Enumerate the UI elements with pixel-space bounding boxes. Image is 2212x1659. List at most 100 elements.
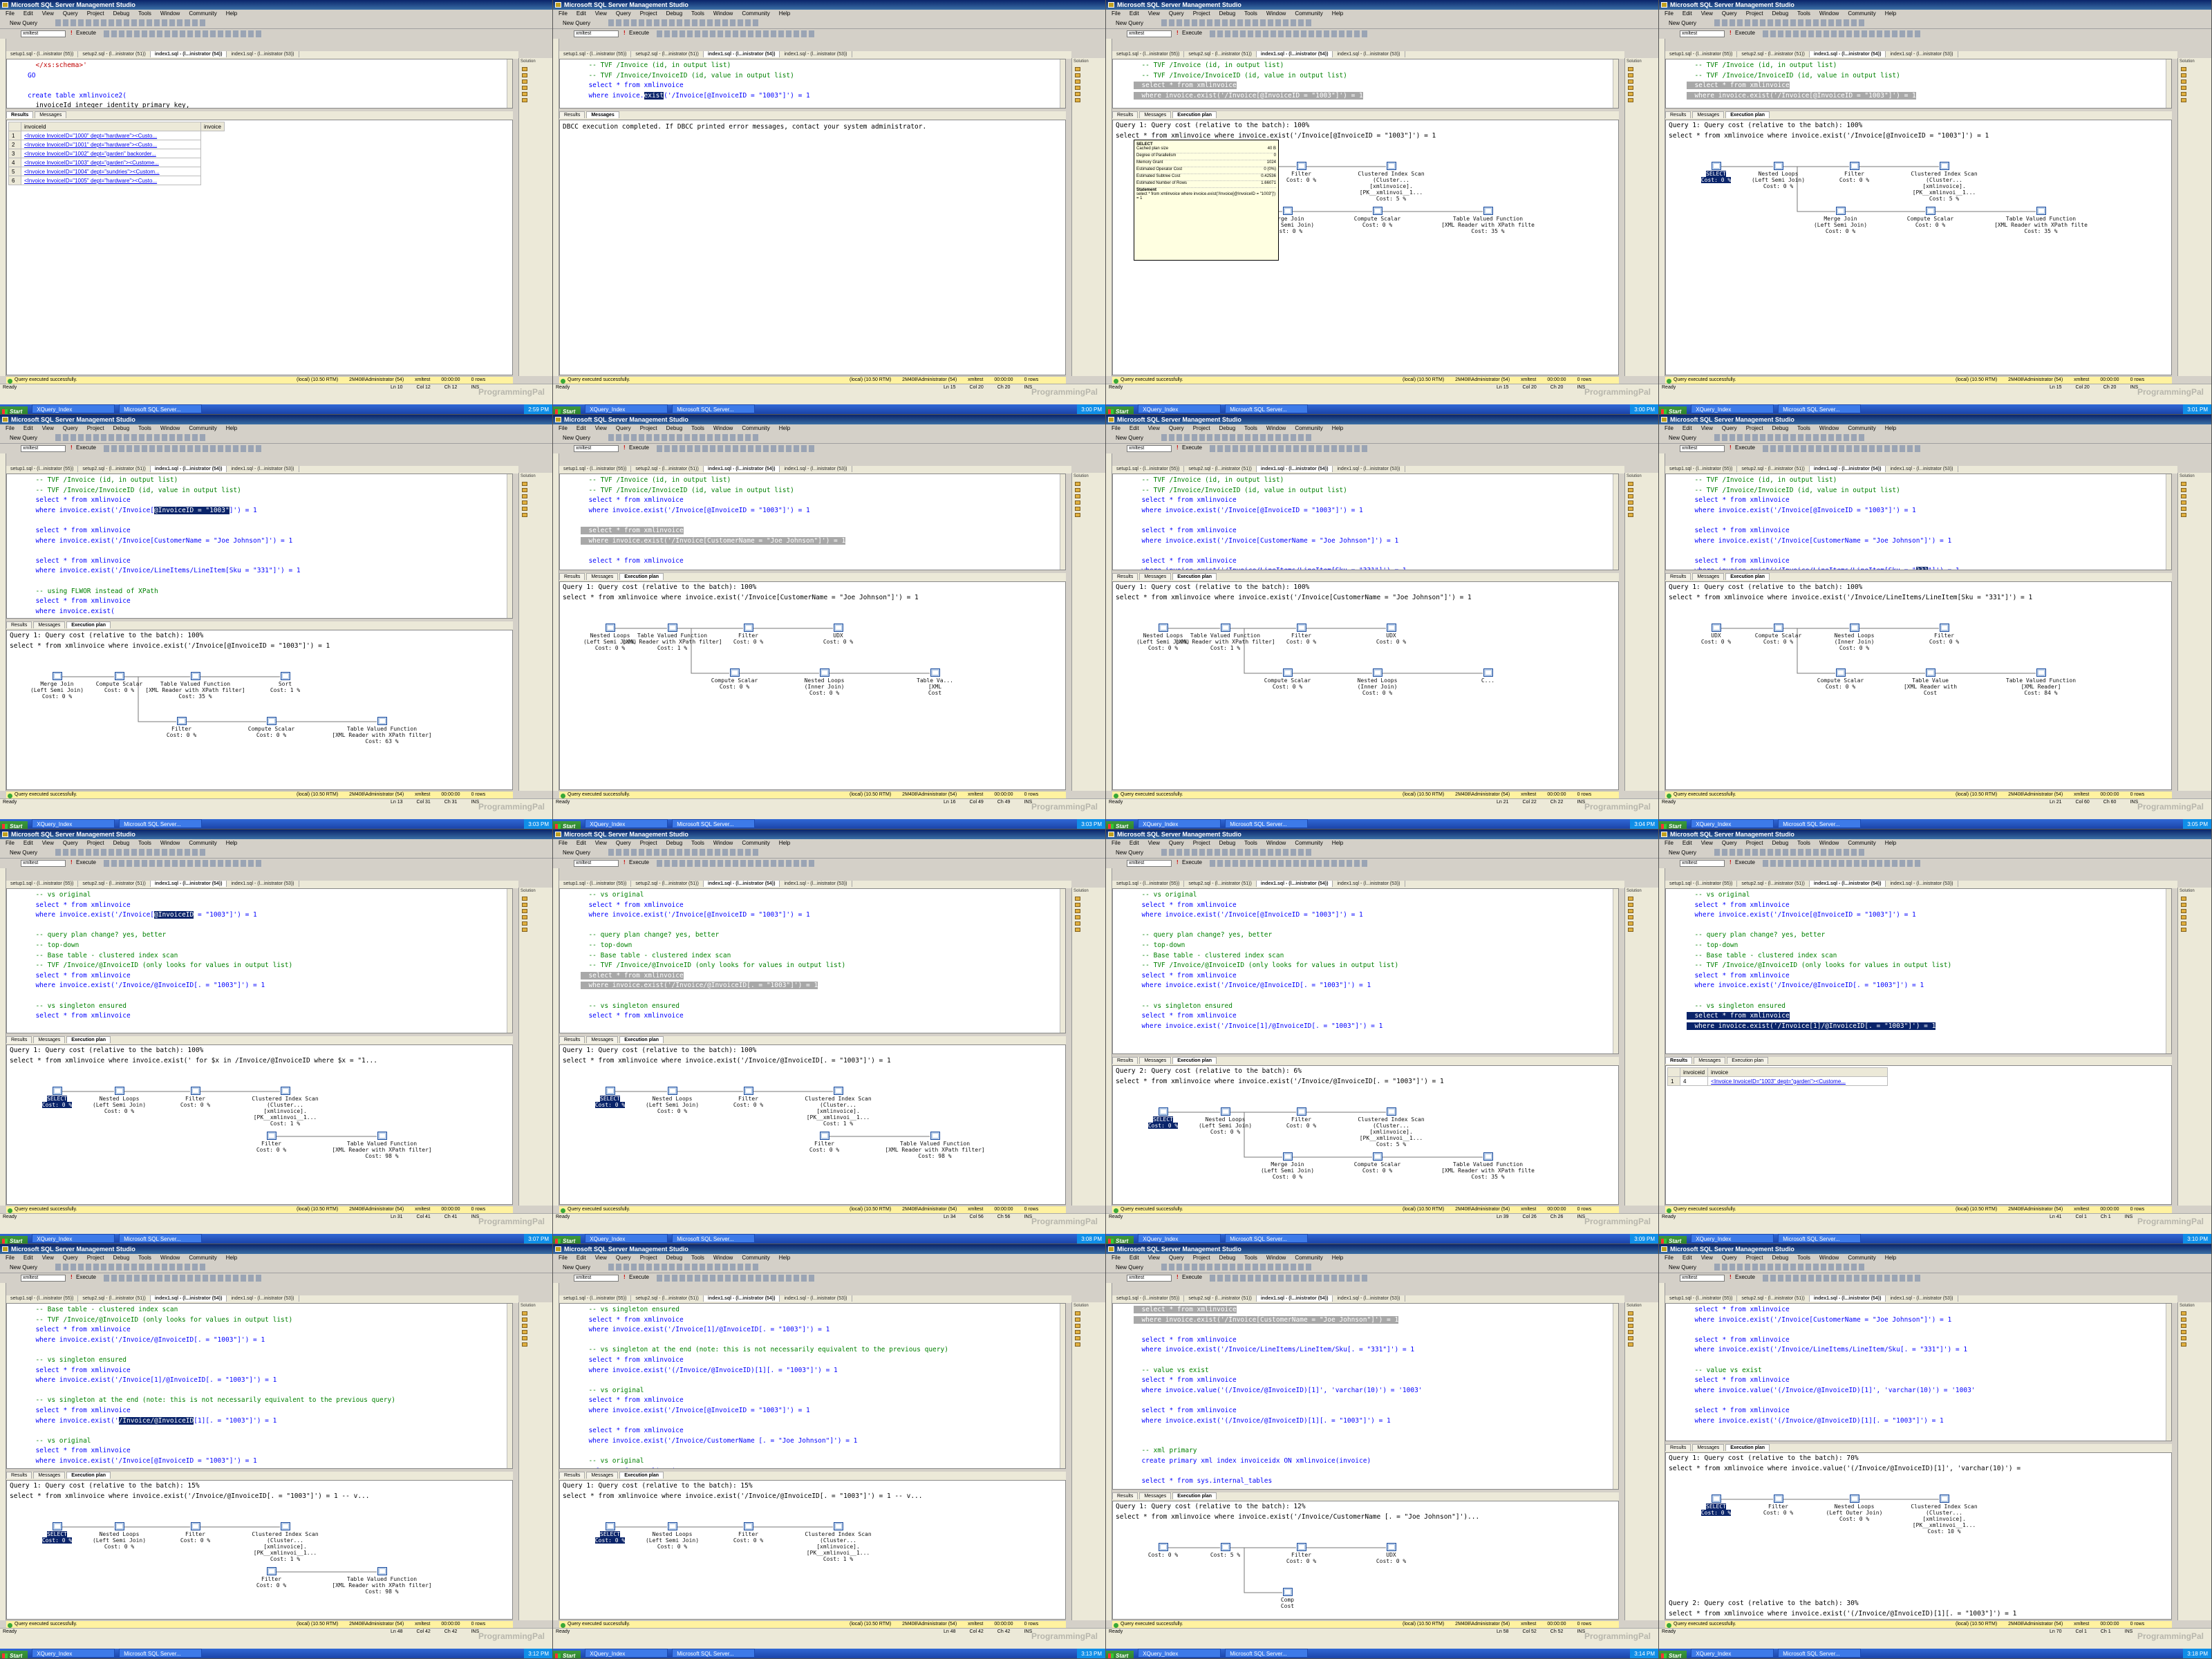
code-line[interactable]: -- vs singleton ensured — [28, 1002, 512, 1012]
execute-button[interactable]: Execute — [1182, 1274, 1202, 1281]
code-line[interactable]: select * from xmlinvoice — [1134, 496, 1618, 506]
code-line[interactable]: -- TVF /Invoice/InvoiceID (id, value in … — [1134, 486, 1618, 496]
plan-operator-node[interactable]: Nested Loops (Left Outer Join) Cost: 0 % — [1804, 1494, 1904, 1522]
document-tab[interactable]: setup1.sql - (l...inistrator (55)) — [6, 1295, 79, 1302]
folder-icon[interactable] — [1075, 79, 1080, 84]
taskbar-item-xquery-index[interactable]: XQuery_Index — [585, 1234, 668, 1243]
query-editor[interactable]: select * from xmlinvoice where invoice.e… — [1112, 1303, 1619, 1490]
code-line[interactable]: select * from xmlinvoice — [581, 1315, 1065, 1326]
code-line[interactable]: where invoice.exist('/Invoice[@InvoiceID… — [1134, 506, 1618, 516]
new-query-button[interactable]: New Query — [1116, 1264, 1143, 1271]
menu-item-view[interactable]: View — [42, 840, 54, 846]
code-line[interactable]: select * from xmlinvoice — [1687, 1335, 2171, 1346]
code-line[interactable]: select * from xmlinvoice — [581, 901, 1065, 911]
code-line[interactable]: where invoice.exist('(/Invoice/@InvoiceI… — [1687, 1416, 2171, 1427]
taskbar-item-xquery-index[interactable]: XQuery_Index — [32, 1649, 115, 1658]
results-tab-results[interactable]: Results — [559, 573, 585, 580]
menu-item-view[interactable]: View — [1701, 1255, 1713, 1261]
document-tab[interactable]: index1.sql - (l...inistrator (54)) — [1256, 51, 1333, 57]
solution-explorer[interactable]: Solution — [518, 888, 552, 1206]
results-tab-results[interactable]: Results — [6, 1036, 32, 1043]
grid-row[interactable]: 1 4 <Invoice InvoiceID="1003" dept="garden… — [1667, 1076, 1888, 1086]
execute-button[interactable]: Execute — [76, 1274, 96, 1281]
xml-link-cell[interactable]: <Invoice InvoiceID="1002" dept="garden" … — [21, 149, 201, 158]
menu-item-window[interactable]: Window — [1266, 10, 1286, 17]
menu-item-query[interactable]: Query — [63, 1255, 78, 1261]
results-tab-messages[interactable]: Messages — [586, 1036, 619, 1043]
folder-icon[interactable] — [1075, 507, 1080, 511]
taskbar-item-ssms[interactable]: Microsoft SQL Server... — [1225, 404, 1309, 413]
folder-icon[interactable] — [1628, 79, 1633, 84]
code-line[interactable]: where invoice.exist( — [28, 607, 512, 617]
menu-item-query[interactable]: Query — [1169, 10, 1184, 17]
menu-item-file[interactable]: File — [1665, 10, 1674, 17]
grid-row[interactable]: 1 <Invoice InvoiceID="1000" dept="hardwar… — [8, 131, 225, 140]
database-selector[interactable]: xmltest — [574, 860, 619, 867]
code-line[interactable]: where invoice.exist('/Invoice/LineItems/… — [1687, 1345, 2171, 1356]
folder-icon[interactable] — [1628, 1330, 1633, 1334]
results-tab-results[interactable]: Results — [1112, 111, 1138, 118]
folder-icon[interactable] — [522, 86, 527, 90]
folder-icon[interactable] — [2181, 1336, 2186, 1340]
menu-item-debug[interactable]: Debug — [666, 10, 683, 17]
folder-icon[interactable] — [2181, 903, 2186, 907]
grid-row[interactable]: 2 <Invoice InvoiceID="1001" dept="hardwar… — [8, 140, 225, 149]
plan-operator-node[interactable]: Merge Join (Left Semi Join) Cost: 0 % — [1790, 207, 1891, 234]
plan-operator-node[interactable]: Compute Scalar Cost: 0 % — [1880, 207, 1980, 228]
editor-scrollbar[interactable] — [1613, 474, 1618, 570]
folder-icon[interactable] — [1075, 1311, 1080, 1315]
code-line[interactable]: select * from xmlinvoice — [581, 556, 1065, 567]
menu-item-help[interactable]: Help — [779, 840, 790, 846]
code-line[interactable]: -- TVF /Invoice/InvoiceID (id, value in … — [581, 71, 1065, 82]
execute-button[interactable]: Execute — [76, 859, 96, 866]
object-explorer-strip[interactable] — [1659, 868, 1665, 1206]
plan-operator-node[interactable]: Compute Scalar Cost: 0 % — [1237, 668, 1338, 690]
start-button[interactable]: Start — [1659, 406, 1687, 414]
document-tab[interactable]: setup1.sql - (l...inistrator (55)) — [6, 51, 79, 57]
document-tab[interactable]: index1.sql - (l...inistrator (54)) — [1809, 1295, 1886, 1302]
code-line[interactable]: select * from xmlinvoice — [1134, 971, 1618, 982]
plan-operator-node[interactable]: Merge Join (Left Semi Join) Cost: 0 % — [1237, 1152, 1338, 1180]
folder-icon[interactable] — [1075, 73, 1080, 77]
code-line[interactable]: select * from xmlinvoice — [1134, 901, 1618, 911]
menu-item-help[interactable]: Help — [226, 1255, 237, 1261]
menu-item-edit[interactable]: Edit — [577, 1255, 586, 1261]
editor-scrollbar[interactable] — [1060, 59, 1065, 108]
code-line[interactable]: -- TVF /Invoice (id, in output list) — [581, 476, 1065, 486]
document-tab[interactable]: index1.sql - (l...inistrator (54)) — [1256, 881, 1333, 887]
taskbar-item-ssms[interactable]: Microsoft SQL Server... — [119, 819, 203, 828]
object-explorer-strip[interactable] — [0, 39, 6, 376]
start-button[interactable]: Start — [0, 406, 28, 414]
folder-icon[interactable] — [522, 482, 527, 486]
plan-operator-node[interactable]: Comp Cost — [1237, 1588, 1338, 1609]
menu-item-view[interactable]: View — [595, 840, 607, 846]
taskbar-item-xquery-index[interactable]: XQuery_Index — [1138, 404, 1221, 413]
plan-operator-node[interactable]: Clustered Index Scan (Cluster... [xmlinvo… — [235, 1087, 335, 1127]
code-line[interactable]: -- vs singleton ensured — [581, 1002, 1065, 1012]
results-tab-results[interactable]: Results — [1665, 111, 1691, 118]
menu-item-tools[interactable]: Tools — [691, 425, 704, 431]
start-button[interactable]: Start — [1659, 1651, 1687, 1658]
plan-operator-node[interactable]: UDX Cost: 0 % — [1341, 624, 1441, 645]
database-selector[interactable]: xmltest — [1680, 1275, 1725, 1282]
code-line[interactable]: where invoice.exist('/Invoice[@InvoiceID… — [28, 1456, 512, 1467]
code-line[interactable]: where invoice.exist('/Invoice[@InvoiceID… — [1134, 910, 1618, 921]
folder-icon[interactable] — [2181, 1311, 2186, 1315]
toolbar-icons[interactable] — [1161, 849, 1313, 856]
editor-scrollbar[interactable] — [2166, 59, 2171, 108]
menu-item-community[interactable]: Community — [742, 10, 769, 17]
editor-scrollbar[interactable] — [1613, 59, 1618, 108]
menu-item-query[interactable]: Query — [616, 840, 631, 846]
folder-icon[interactable] — [1075, 1324, 1080, 1328]
menu-item-window[interactable]: Window — [1266, 1255, 1286, 1261]
new-query-button[interactable]: New Query — [563, 1264, 590, 1271]
results-tab-results[interactable]: Results — [559, 1472, 585, 1479]
solution-explorer[interactable]: Solution — [518, 473, 552, 791]
folder-icon[interactable] — [1075, 500, 1080, 505]
editor-scrollbar[interactable] — [2166, 1304, 2171, 1441]
query-editor[interactable]: -- TVF /Invoice (id, in output list) -- … — [1665, 474, 2172, 570]
folder-icon[interactable] — [1628, 897, 1633, 901]
menu-item-file[interactable]: File — [6, 840, 15, 846]
taskbar-item-ssms[interactable]: Microsoft SQL Server... — [672, 1234, 756, 1243]
plan-operator-node[interactable]: Compute Scalar Cost: 0 % — [684, 668, 785, 690]
